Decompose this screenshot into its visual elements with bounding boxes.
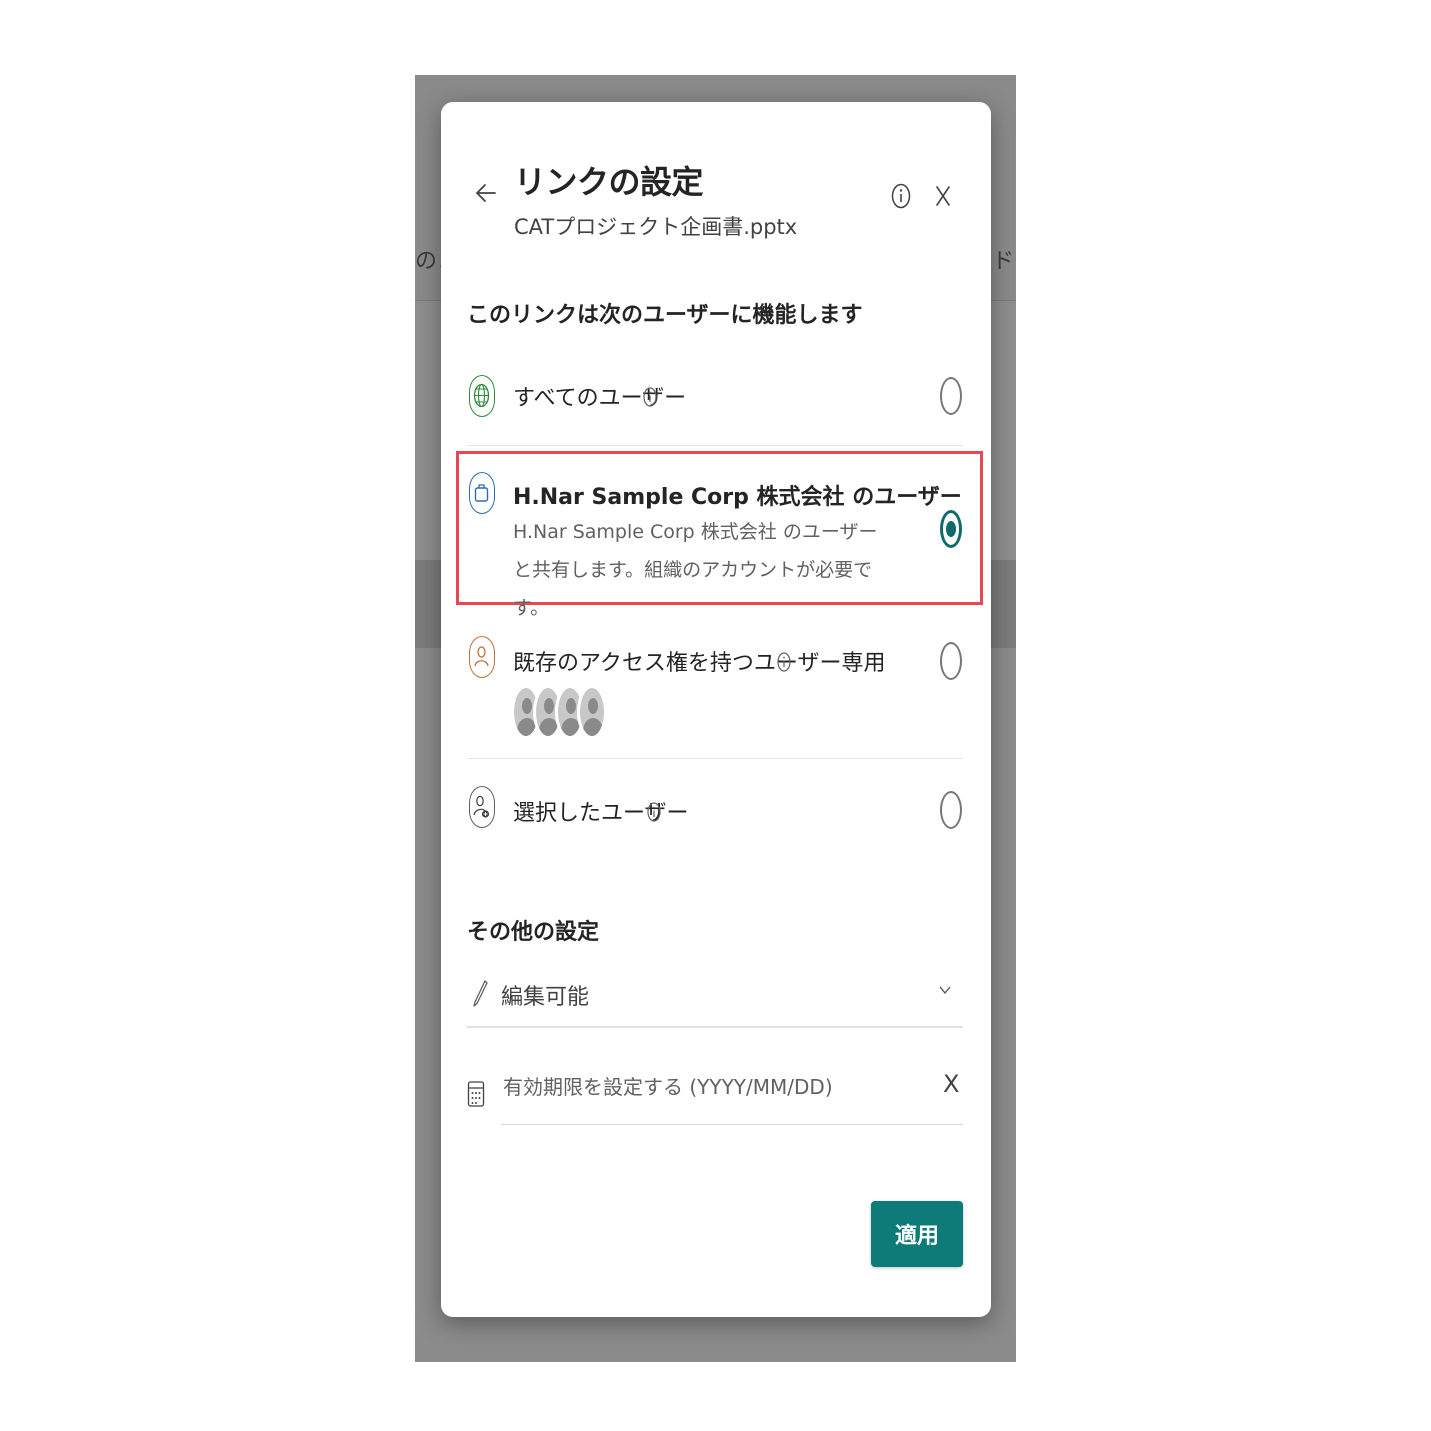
link-settings-dialog: リンクの設定 CATプロジェクト企画書.pptx このリンクは次のユーザーに機能…	[441, 102, 991, 1317]
person-icon	[469, 636, 495, 678]
expiration-underline	[501, 1124, 963, 1125]
apply-button[interactable]: 適用	[871, 1201, 963, 1267]
option-existing-access[interactable]: 既存のアクセス権を持つユーザー専用	[467, 632, 967, 692]
info-icon[interactable]	[643, 386, 657, 408]
info-icon	[891, 183, 911, 209]
audience-heading: このリンクは次のユーザーに機能します	[467, 303, 863, 328]
pencil-icon	[473, 980, 488, 1007]
person-add-icon	[469, 786, 495, 828]
option-specific-people[interactable]: 選択したユーザー	[467, 782, 967, 842]
expiration-date-input[interactable]	[501, 1066, 935, 1108]
option-specific-people-label: 選択したユーザー	[513, 801, 689, 826]
divider	[467, 758, 963, 759]
option-organization[interactable]: H.Nar Sample Corp 株式会社 のユーザー H.Nar Sampl…	[467, 468, 967, 619]
permission-dropdown[interactable]: 編集可能	[467, 974, 963, 1028]
option-specific-people-radio[interactable]	[940, 791, 962, 829]
close-button[interactable]	[933, 181, 953, 211]
info-button[interactable]	[890, 182, 912, 210]
other-settings-heading: その他の設定	[467, 920, 600, 945]
option-anyone-radio[interactable]	[940, 377, 962, 415]
avatar-stack	[511, 685, 611, 743]
permission-value: 編集可能	[501, 985, 590, 1010]
back-button[interactable]	[473, 178, 499, 208]
option-organization-label: H.Nar Sample Corp 株式会社 のユーザー	[513, 485, 962, 510]
permission-underline	[467, 1026, 963, 1028]
option-existing-access-radio[interactable]	[940, 642, 962, 680]
avatar	[577, 685, 607, 739]
info-icon[interactable]	[777, 651, 791, 673]
info-icon[interactable]	[647, 801, 661, 823]
divider	[467, 445, 963, 446]
expiration-clear-button[interactable]: X	[943, 1070, 959, 1098]
file-name: CATプロジェクト企画書.pptx	[514, 215, 798, 239]
arrow-left-icon	[476, 184, 496, 202]
briefcase-icon	[469, 472, 495, 514]
calendar-icon	[467, 1081, 485, 1107]
option-organization-radio[interactable]	[940, 510, 962, 548]
option-anyone-label: すべてのユーザー	[513, 386, 687, 411]
dialog-title: リンクの設定	[514, 163, 704, 201]
background-right-text: ド	[991, 249, 1014, 274]
option-existing-access-label: 既存のアクセス権を持つユーザー専用	[513, 651, 886, 676]
option-organization-description: H.Nar Sample Corp 株式会社 のユーザーと共有します。組織のアカ…	[513, 521, 878, 619]
chevron-down-icon	[939, 986, 951, 995]
close-icon	[936, 186, 950, 206]
option-anyone[interactable]: すべてのユーザー	[467, 367, 967, 427]
globe-icon	[469, 375, 495, 417]
expiration-row: X	[467, 1066, 963, 1126]
